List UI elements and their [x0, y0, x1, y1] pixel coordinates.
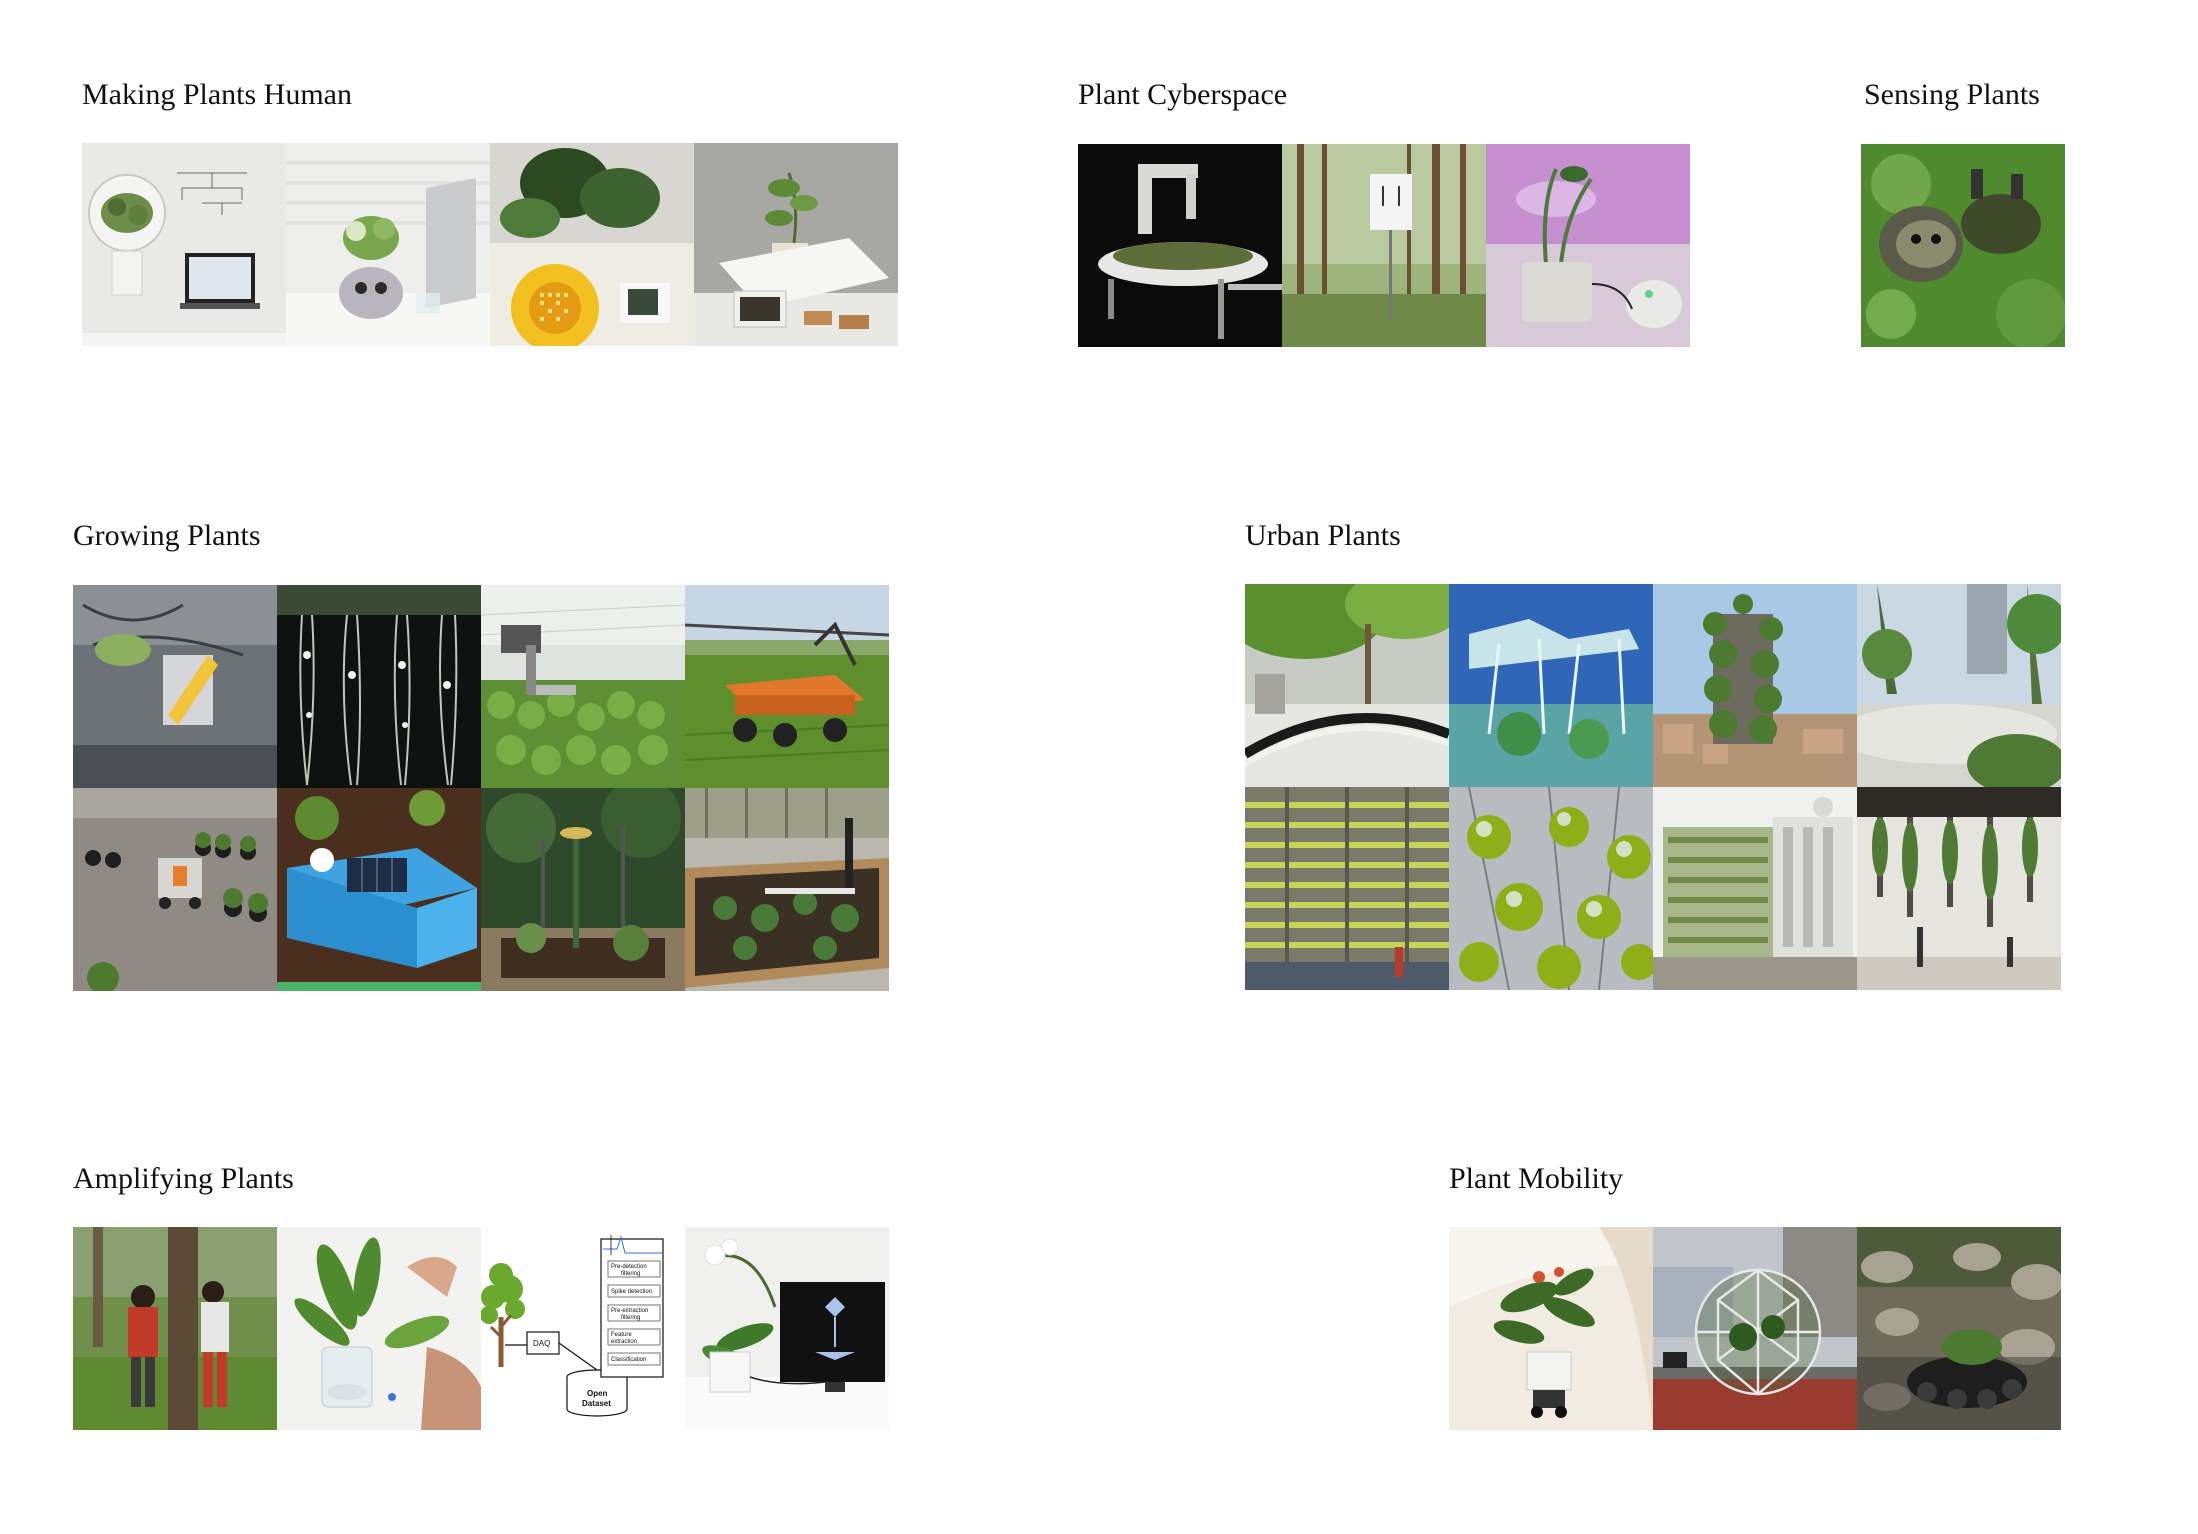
thumbnail-garden-sensor[interactable] — [481, 788, 685, 991]
thumbnail-hanging-planters[interactable] — [1857, 787, 2061, 990]
thumbnail-geodesic-sphere[interactable] — [1653, 1227, 1857, 1430]
thumbnail-grid-plant-mobility — [1449, 1227, 2061, 1430]
thumbnail-solar-sensor-box[interactable] — [277, 788, 481, 991]
step-label-feature-1: Feature — [611, 1332, 632, 1338]
daq-pipeline-diagram: DAQ Open Dataset Pre-detection filtering… — [481, 1227, 685, 1430]
step-label-pre-extraction-1: Pre-extraction — [611, 1308, 648, 1314]
thumbnail-leafy-canopy-street[interactable] — [1245, 584, 1449, 787]
thumbnail-robot-arm-planter[interactable] — [1078, 144, 1282, 347]
thumbnail-grid-plant-cyberspace — [1078, 144, 1690, 347]
thumbnail-space-station-plant[interactable] — [73, 585, 277, 788]
thumbnail-grid-amplifying-plants: DAQ Open Dataset Pre-detection filtering… — [73, 1227, 889, 1430]
thumbnail-plant-sensor-dome[interactable] — [82, 143, 286, 346]
step-label-pre-detection-1: Pre-detection — [611, 1264, 647, 1270]
thumbnail-green-facade-building[interactable] — [1653, 787, 1857, 990]
step-label-spike-detection: Spike detection — [611, 1289, 652, 1295]
step-label-feature-2: extraction — [611, 1339, 637, 1345]
thumbnail-robot-gripper-seedlings[interactable] — [481, 585, 685, 788]
thumbnail-tree-structures[interactable] — [1449, 584, 1653, 787]
section-title: Sensing Plants — [1864, 78, 2040, 111]
thumbnail-grid-sensing-plants — [1861, 144, 2065, 347]
thumbnail-vertical-forest-tower[interactable] — [1653, 584, 1857, 787]
thumbnail-field-robot[interactable] — [685, 585, 889, 788]
daq-label: DAQ — [533, 1339, 550, 1348]
section-title: Urban Plants — [1245, 519, 1401, 552]
thumbnail-led-flower-display[interactable] — [490, 143, 694, 346]
thumbnail-forest-sign[interactable] — [1282, 144, 1486, 347]
thumbnail-hand-touching-leaf[interactable] — [277, 1227, 481, 1430]
thumbnail-pink-lit-plant[interactable] — [1486, 144, 1690, 347]
thumbnail-raised-bed-robot[interactable] — [685, 788, 889, 991]
thumbnail-grid-making-plants-human — [82, 143, 898, 346]
section-title: Plant Mobility — [1449, 1162, 1624, 1195]
section-title: Amplifying Plants — [73, 1162, 294, 1195]
section-title: Plant Cyberspace — [1078, 78, 1288, 111]
thumbnail-algae-bubbles[interactable] — [1449, 787, 1653, 990]
step-label-pre-detection-2: filtering — [621, 1271, 640, 1277]
thumbnail-grid-growing-plants — [73, 585, 889, 991]
thumbnail-plant-with-display-box[interactable] — [694, 143, 898, 346]
section-title: Making Plants Human — [82, 78, 352, 111]
open-dataset-label-line2: Dataset — [582, 1399, 611, 1408]
section-title: Growing Plants — [73, 519, 261, 552]
step-label-pre-extraction-2: filtering — [621, 1315, 640, 1321]
thumbnail-rock-crawler[interactable] — [1857, 1227, 2061, 1430]
thumbnail-people-at-tree[interactable] — [73, 1227, 277, 1430]
thumbnail-plant-on-wheels[interactable] — [1449, 1227, 1653, 1430]
thumbnail-nursery-robot[interactable] — [73, 788, 277, 991]
step-label-classification: Classification — [611, 1357, 646, 1363]
open-dataset-label-line1: Open — [587, 1389, 608, 1398]
thumbnail-hanging-roots[interactable] — [277, 585, 481, 788]
thumbnail-vertical-farm[interactable] — [1245, 787, 1449, 990]
thumbnail-grid-urban-plants — [1245, 584, 2061, 990]
thumbnail-plant-robot-pot[interactable] — [286, 143, 490, 346]
thumbnail-orchid-with-monitor[interactable] — [685, 1227, 889, 1430]
thumbnail-sensor-drone[interactable] — [1861, 144, 2065, 347]
thumbnail-supertree-garden[interactable] — [1857, 584, 2061, 787]
